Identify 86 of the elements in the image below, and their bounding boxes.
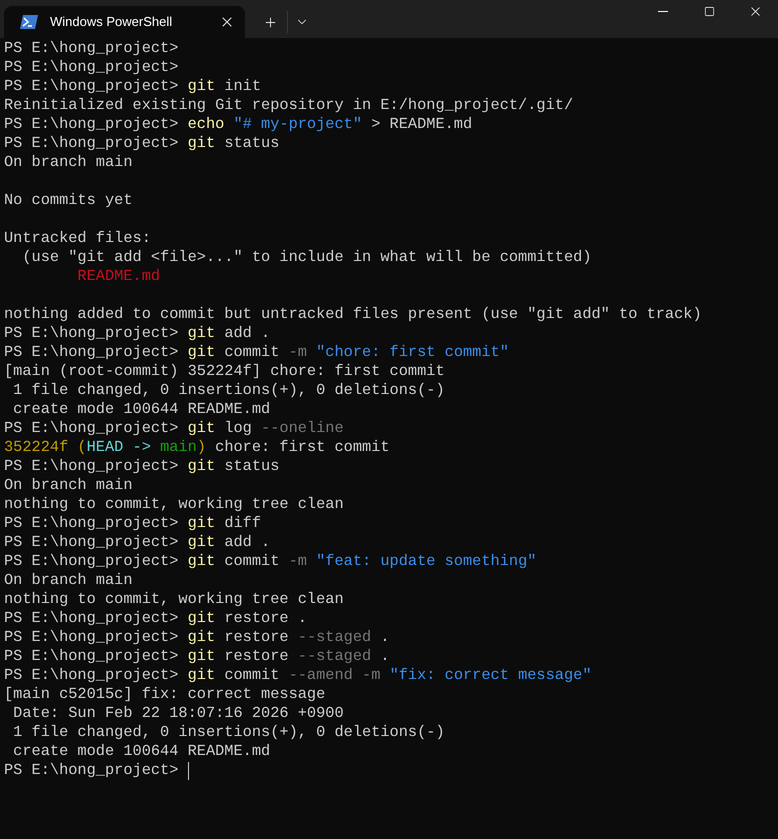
command-parameter: -m (288, 552, 308, 571)
output-text: . (379, 628, 390, 647)
command-parameter: --staged (298, 647, 372, 666)
output-text: On branch main (4, 476, 133, 495)
output-text: On branch main (4, 571, 133, 590)
command-name: git (188, 647, 216, 666)
output-text: PS E:\hong_project> (4, 533, 180, 552)
command-name: git (188, 324, 216, 343)
output-text: PS E:\hong_project> (4, 609, 180, 628)
output-text: PS E:\hong_project> (4, 39, 178, 58)
tab-title: Windows PowerShell (50, 13, 174, 32)
output-text: PS E:\hong_project> (4, 58, 178, 77)
output-text: commit (223, 552, 280, 571)
untracked-file: README.md (76, 267, 160, 286)
command-name: echo (188, 115, 226, 134)
output-text: PS E:\hong_project> (4, 761, 180, 780)
command-name: git (188, 533, 216, 552)
output-text: status (223, 457, 280, 476)
output-text: PS E:\hong_project> (4, 324, 180, 343)
command-name: git (188, 134, 216, 153)
output-text: Reinitialized existing Git repository in E:/hong_project/.git/ (4, 96, 574, 115)
output-text: PS E:\hong_project> (4, 115, 180, 134)
output-text: (use "git add <file>..." to include in what will be committed) (21, 248, 592, 267)
output-text: PS E:\hong_project> (4, 77, 180, 96)
output-text: create mode 100644 README.md (12, 400, 270, 419)
output-text: chore: first commit (214, 438, 390, 457)
command-parameter: --oneline (261, 419, 344, 438)
output-text: log (223, 419, 253, 438)
output-text: [main (root-commit) 352224f] chore: first commit (4, 362, 445, 381)
output-text: 1 file changed, 0 insertions(+), 0 deletions(-) (12, 723, 445, 742)
output-text: nothing to commit, working tree clean (4, 590, 344, 609)
terminal-tab[interactable]: Windows PowerShell (4, 6, 245, 38)
branch-name: main (160, 438, 197, 457)
command-parameter: --amend -m (288, 666, 382, 685)
command-name: git (188, 343, 216, 362)
output-text: . (379, 647, 390, 666)
output-text: nothing to commit, working tree clean (4, 495, 344, 514)
command-name: git (188, 419, 216, 438)
output-text: init (223, 77, 262, 96)
minimize-icon (658, 10, 668, 12)
command-name: git (188, 457, 216, 476)
output-text: PS E:\hong_project> (4, 134, 180, 153)
output-text: PS E:\hong_project> (4, 419, 180, 438)
output-text: create mode 100644 README.md (12, 742, 270, 761)
command-name: git (188, 552, 216, 571)
string-argument: "feat: update something" (316, 552, 536, 571)
output-text: > README.md (370, 115, 472, 134)
output-text: PS E:\hong_project> (4, 457, 180, 476)
output-text: [main c52015c] fix: correct message (4, 685, 326, 704)
output-text: PS E:\hong_project> (4, 666, 180, 685)
head-ref: HEAD -> (86, 438, 152, 457)
output-text: restore . (223, 609, 307, 628)
string-argument: "fix: correct message" (390, 666, 592, 685)
command-name: git (188, 628, 216, 647)
output-text: diff (223, 514, 262, 533)
output-text: Untracked files: (4, 229, 151, 248)
output-text: 1 file changed, 0 insertions(+), 0 deletions(-) (12, 381, 445, 400)
string-argument: "chore: first commit" (316, 343, 509, 362)
command-name: git (188, 514, 216, 533)
output-text: No commits yet (4, 191, 133, 210)
command-name: git (188, 666, 216, 685)
commit-hash: 352224f ( (4, 438, 87, 457)
output-text: nothing added to commit but untracked files present (use "git add" to track) (4, 305, 702, 324)
output-text: commit (223, 666, 280, 685)
command-name: git (188, 609, 216, 628)
command-parameter: --staged (298, 628, 372, 647)
output-text: PS E:\hong_project> (4, 552, 180, 571)
output-text: status (223, 134, 280, 153)
commit-hash: ) (196, 438, 206, 457)
output-text: PS E:\hong_project> (4, 647, 180, 666)
output-text: Date: Sun Feb 22 18:07:16 2026 +0900 (12, 704, 344, 723)
output-text: add . (223, 324, 270, 343)
output-text: On branch main (4, 153, 133, 172)
command-parameter: -m (288, 343, 308, 362)
output-text: PS E:\hong_project> (4, 514, 180, 533)
output-text: commit (223, 343, 280, 362)
output-text: restore (223, 628, 290, 647)
string-argument: "# my-project" (234, 115, 362, 134)
plus-icon (262, 14, 278, 30)
output-text: restore (223, 647, 290, 666)
command-name: git (188, 77, 216, 96)
output-text: PS E:\hong_project> (4, 343, 180, 362)
output-text: PS E:\hong_project> (4, 628, 180, 647)
output-text: add . (223, 533, 270, 552)
maximize-icon (704, 6, 714, 16)
powershell-icon (20, 15, 38, 29)
